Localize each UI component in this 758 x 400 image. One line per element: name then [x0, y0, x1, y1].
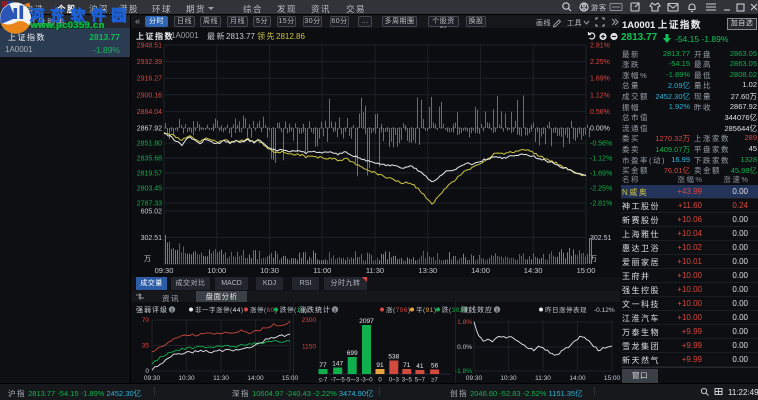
svg-text:2803.45: 2803.45 — [137, 186, 162, 193]
svg-text:15:00: 15:00 — [604, 375, 620, 382]
svg-text:13:30: 13:30 — [418, 266, 437, 275]
svg-text:-1.8%: -1.8% — [455, 368, 472, 375]
svg-text:游客: 游客 — [591, 3, 607, 12]
svg-text:10:30: 10:30 — [260, 266, 279, 275]
svg-text:15:00: 15:00 — [282, 375, 299, 382]
svg-text:15:00: 15:00 — [577, 266, 596, 275]
svg-text:11:30: 11:30 — [213, 375, 229, 382]
svg-text:09:30: 09:30 — [144, 375, 161, 382]
svg-text:0.56%: 0.56% — [590, 109, 610, 116]
svg-text:09:30: 09:30 — [155, 266, 174, 275]
svg-text:0: 0 — [145, 368, 149, 375]
svg-text:14:00: 14:00 — [247, 375, 264, 382]
svg-text:-2.81%: -2.81% — [590, 201, 612, 208]
svg-text:41: 41 — [416, 363, 424, 370]
svg-text:11:30: 11:30 — [366, 266, 384, 275]
svg-text:万: 万 — [144, 255, 151, 263]
svg-text:强弱评级: 强弱评级 — [136, 305, 168, 314]
svg-text:2.81%: 2.81% — [590, 43, 610, 50]
svg-text:2819.57: 2819.57 — [137, 171, 162, 178]
svg-text:涨(706): 涨(706) — [386, 305, 411, 314]
svg-text:10:30: 10:30 — [500, 375, 517, 382]
svg-text:1150: 1150 — [302, 344, 316, 351]
svg-text:2948.51: 2948.51 — [137, 43, 162, 50]
svg-text:2867.92: 2867.92 — [137, 126, 162, 133]
svg-text:2835.68: 2835.68 — [137, 156, 162, 163]
svg-text:14:30: 14:30 — [524, 266, 543, 275]
svg-text:非一字涨停(44): 非一字涨停(44) — [195, 305, 244, 314]
svg-text:10:30: 10:30 — [178, 375, 195, 382]
svg-text:1.69%: 1.69% — [590, 76, 610, 83]
svg-text:35: 35 — [142, 343, 150, 350]
svg-text:302.51: 302.51 — [141, 235, 163, 242]
svg-text:-0.12%: -0.12% — [594, 307, 615, 314]
svg-text:77: 77 — [319, 362, 327, 369]
svg-text:赚钱效应: 赚钱效应 — [461, 305, 493, 314]
svg-text:56: 56 — [431, 363, 439, 370]
svg-text:1.8%: 1.8% — [457, 319, 472, 326]
svg-text:14:00: 14:00 — [471, 266, 490, 275]
svg-text:2097: 2097 — [359, 318, 374, 325]
svg-text:-1.12%: -1.12% — [590, 156, 612, 163]
svg-text:0.00%: 0.00% — [590, 126, 610, 133]
svg-text:11:00: 11:00 — [313, 266, 331, 275]
svg-text:2300: 2300 — [302, 317, 317, 324]
svg-text:09:30: 09:30 — [466, 375, 483, 382]
svg-text:涨跌统计: 涨跌统计 — [299, 305, 331, 314]
svg-text:71: 71 — [403, 362, 411, 369]
svg-text:-1.69%: -1.69% — [590, 171, 612, 178]
svg-text:0.0%: 0.0% — [457, 344, 472, 351]
svg-text:-2.25%: -2.25% — [590, 186, 612, 193]
svg-text:涨停(60): 涨停(60) — [250, 305, 278, 314]
svg-text:2884.04: 2884.04 — [137, 109, 162, 116]
svg-text:605.02: 605.02 — [141, 209, 163, 216]
svg-text:平(91): 平(91) — [416, 306, 437, 314]
svg-text:昨日涨停表现: 昨日涨停表现 — [545, 305, 587, 314]
svg-text:14:00: 14:00 — [569, 375, 586, 382]
svg-text:2916.27: 2916.27 — [137, 76, 162, 83]
svg-text:2851.80: 2851.80 — [137, 141, 162, 148]
svg-text:699: 699 — [347, 350, 358, 357]
svg-text:工具: 工具 — [567, 19, 582, 27]
svg-text:2787.33: 2787.33 — [137, 201, 162, 208]
svg-text:2932.39: 2932.39 — [137, 59, 162, 66]
svg-text:538: 538 — [388, 354, 399, 361]
svg-text:2900.16: 2900.16 — [137, 92, 162, 99]
svg-text:11:30: 11:30 — [535, 375, 551, 382]
svg-text:画线: 画线 — [536, 18, 551, 27]
svg-text:91: 91 — [376, 362, 384, 369]
svg-text:-0.56%: -0.56% — [590, 141, 612, 148]
svg-text:70: 70 — [142, 317, 150, 324]
svg-text:302.51: 302.51 — [590, 235, 612, 242]
svg-text:2.25%: 2.25% — [590, 59, 610, 66]
svg-text:147: 147 — [332, 361, 343, 368]
svg-text:10:00: 10:00 — [207, 266, 226, 275]
svg-text:1.12%: 1.12% — [590, 92, 610, 99]
